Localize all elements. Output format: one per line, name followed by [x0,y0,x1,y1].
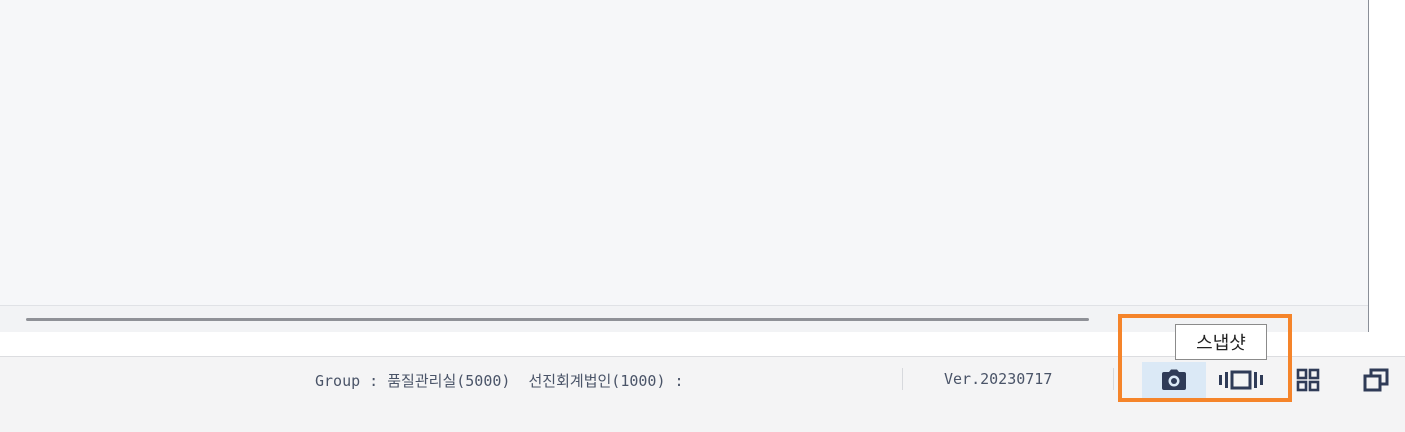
status-bar: Group : 품질관리실(5000) 선진회계법인(1000) : Ver.2… [0,356,1405,432]
status-separator [902,368,903,390]
grid-icon [1296,368,1320,392]
tooltip-text: 스냅샷 [1196,333,1246,354]
restore-window-button[interactable] [1356,362,1396,398]
grid-view-button[interactable] [1288,362,1328,398]
snapshot-button[interactable] [1142,362,1206,398]
media-view-button[interactable] [1210,362,1272,398]
snapshot-tooltip: 스냅샷 [1175,324,1267,360]
horizontal-scrollbar[interactable] [0,305,1368,332]
filmstrip-icon [1219,370,1263,390]
group-info-text: Group : 품질관리실(5000) 선진회계법인(1000) : [315,372,684,390]
restore-window-icon [1363,368,1389,392]
content-panel [0,0,1369,332]
status-separator [1113,368,1114,390]
scrollbar-thumb[interactable] [26,318,1089,321]
camera-icon [1162,369,1186,390]
version-text: Ver.20230717 [944,370,1053,388]
